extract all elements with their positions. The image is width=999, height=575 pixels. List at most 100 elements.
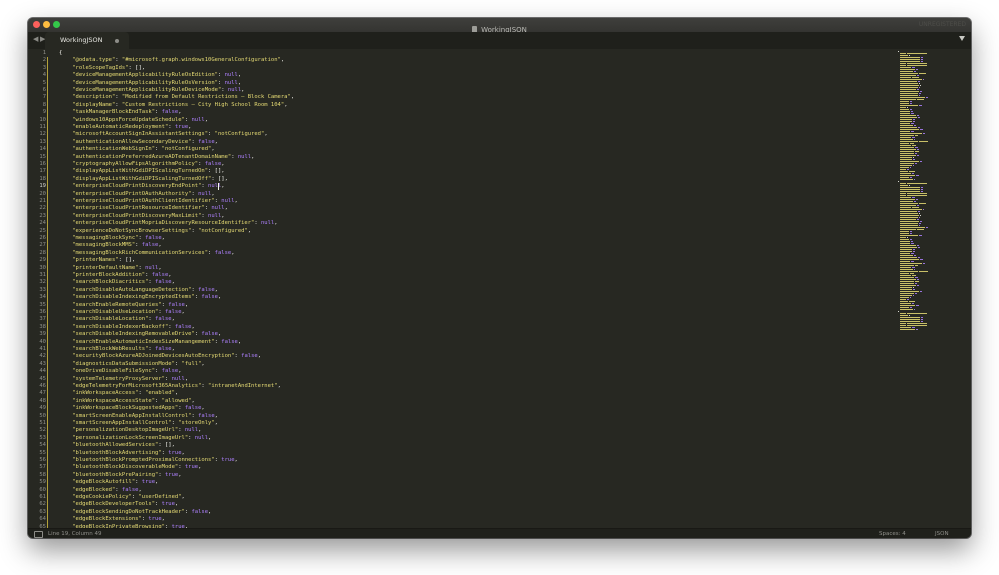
code-line[interactable]: "enterpriseCloudPrintOAuthAuthority": nu…	[59, 191, 214, 198]
tab-list-dropdown-icon[interactable]	[959, 36, 965, 41]
code-line[interactable]: "messagingBlockMMS": false,	[59, 242, 161, 249]
code-line[interactable]: "roleScopeTagIds": [],	[59, 65, 145, 72]
minimap-row-value	[917, 89, 919, 90]
code-line[interactable]: "inkWorkspaceBlockSuggestedApps": false,	[59, 405, 204, 412]
code-line[interactable]: "description": "Modified from Default Re…	[59, 94, 294, 101]
code-line[interactable]: "enterpriseCloudPrintMopriaDiscoveryReso…	[59, 220, 277, 227]
code-line[interactable]: "edgeBlockDeveloperTools": true,	[59, 501, 178, 508]
panel-toggle-icon[interactable]	[34, 531, 43, 538]
indentation-setting[interactable]: Spaces: 4	[879, 530, 906, 538]
code-line[interactable]: "enterpriseCloudPrintDiscoveryMaxLimit":…	[59, 213, 224, 220]
code-line[interactable]: "printerNames": [],	[59, 257, 135, 264]
code-line[interactable]: "smartScreenAppInstallControl": "storeOn…	[59, 420, 218, 427]
code-line[interactable]: "inkWorkspaceAccess": "enabled",	[59, 390, 178, 397]
close-window-button[interactable]	[33, 21, 40, 28]
json-colon: :	[115, 101, 122, 108]
code-line[interactable]: "personalizationLockScreenImageUrl": nul…	[59, 435, 211, 442]
minimap-row	[900, 101, 909, 102]
code-line[interactable]: "deviceManagementApplicabilityRuleDevice…	[59, 87, 244, 94]
code-line[interactable]: "searchDisableIndexerBackoff": false,	[59, 324, 195, 331]
code-line[interactable]: "searchBlockWebResults": false,	[59, 346, 175, 353]
code-line[interactable]: "bluetoothBlockAdvertising": true,	[59, 450, 185, 457]
line-number: 43	[39, 360, 46, 367]
code-line[interactable]: "authenticationWebSignIn": "notConfigure…	[59, 146, 214, 153]
code-line[interactable]: "searchDisableAutoLanguageDetection": fa…	[59, 287, 218, 294]
code-line[interactable]: "taskManagerBlockEndTask": false,	[59, 109, 181, 116]
json-key: "searchEnableRemoteQueries"	[72, 301, 162, 308]
minimap-row	[900, 99, 917, 100]
minimap-row-value	[918, 225, 921, 226]
json-key: "edgeTelemetryForMicrosoft365Analytics"	[72, 383, 202, 389]
code-line[interactable]: "systemTelemetryProxyServer": null,	[59, 376, 188, 383]
code-line[interactable]: "smartScreenEnableAppInstallControl": fa…	[59, 413, 218, 420]
minimap-row-value	[912, 77, 919, 78]
minimap-row-value	[921, 61, 924, 62]
code-line[interactable]: "displayName": "Custom Restrictions – Ci…	[59, 101, 287, 109]
code-line[interactable]: "@odata.type": "#microsoft.graph.windows…	[59, 57, 284, 64]
code-line[interactable]: "diagnosticsDataSubmissionMode": "full",	[59, 361, 204, 368]
title-bar: WorkingJSON UNREGISTERED	[28, 18, 971, 34]
code-line[interactable]: "edgeBlockAutofill": true,	[59, 479, 158, 486]
code-line[interactable]: "edgeBlockExtensions": true,	[59, 516, 165, 523]
syntax-mode[interactable]: JSON	[935, 530, 949, 538]
code-line[interactable]: "bluetoothBlockDiscoverableMode": true,	[59, 464, 201, 471]
code-line[interactable]: "deviceManagementApplicabilityRuleOsVers…	[59, 80, 241, 87]
zoom-window-button[interactable]	[53, 21, 60, 28]
code-line[interactable]: "enterpriseCloudPrintOAuthClientIdentifi…	[59, 198, 238, 205]
code-line[interactable]: "searchBlockDiacritics": false,	[59, 279, 175, 286]
code-line[interactable]: "enterpriseCloudPrintResourceIdentifier"…	[59, 205, 228, 212]
code-line[interactable]: "messagingBlockSync": false,	[59, 235, 165, 242]
code-line[interactable]: "edgeTelemetryForMicrosoft365Analytics":…	[59, 383, 281, 390]
code-line[interactable]: "printerDefaultName": null,	[59, 265, 161, 272]
minimap-row-value	[919, 213, 921, 214]
minimap-row-value	[913, 159, 915, 160]
code-line[interactable]: "cryptographyAllowFipsAlgorithmPolicy": …	[59, 161, 224, 168]
minimap-row	[900, 189, 920, 190]
code-line[interactable]: "bluetoothAllowedServices": [],	[59, 442, 175, 449]
code-area[interactable]: { "@odata.type": "#microsoft.graph.windo…	[59, 49, 899, 528]
code-line[interactable]: "securityBlockAzureADJoinedDevicesAutoEn…	[59, 353, 261, 360]
minimap[interactable]	[898, 49, 948, 349]
code-line[interactable]: "enableAutomaticRedeployment": true,	[59, 124, 191, 131]
text-editor[interactable]: 1 2 3 4 5 6 7 8 9 10 11 12 13 14 15 16 17 18 19 20 21 22 23 24 2…	[28, 49, 971, 528]
json-value: null	[224, 72, 238, 79]
code-line[interactable]: "microsoftAccountSignInAssistantSettings…	[59, 131, 267, 138]
code-line[interactable]: "messagingBlockRichCommunicationServices…	[59, 250, 234, 257]
tab-workingjson[interactable]: WorkingJSON	[45, 32, 129, 49]
code-line[interactable]: "authenticationAllowSecondaryDevice": fa…	[59, 139, 218, 146]
code-line[interactable]: "edgeCookiePolicy": "userDefined",	[59, 494, 185, 501]
code-line[interactable]: "oneDriveDisableFileSync": false,	[59, 368, 181, 375]
code-line[interactable]: "searchDisableIndexingEncryptedItems": f…	[59, 294, 221, 301]
minimap-row-value	[908, 55, 910, 56]
code-line[interactable]: {	[59, 50, 62, 57]
code-line[interactable]: "experienceDoNotSyncBrowserSettings": "n…	[59, 228, 251, 235]
code-line[interactable]: "edgeBlocked": false,	[59, 487, 142, 494]
code-line[interactable]: "bluetoothBlockPromptedProximalConnectio…	[59, 457, 238, 464]
code-line[interactable]: "edgeBlockSendingDoNotTrackHeader": fals…	[59, 509, 211, 516]
minimize-window-button[interactable]	[43, 21, 50, 28]
code-line[interactable]: "personalizationDesktopImageUrl": null,	[59, 427, 201, 434]
code-line[interactable]: "printerBlockAddition": false,	[59, 272, 171, 279]
minimap-row-value	[912, 327, 915, 328]
code-line[interactable]: "searchEnableAutomaticIndexSizeManangeme…	[59, 339, 241, 346]
code-line[interactable]: "enterpriseCloudPrintDiscoveryEndPoint":…	[59, 183, 224, 190]
back-arrow-icon[interactable]: ◀	[33, 35, 38, 43]
minimap-row-value	[912, 251, 915, 252]
code-line[interactable]: "deviceManagementApplicabilityRuleOsEdit…	[59, 72, 241, 79]
code-line[interactable]: "bluetoothBlockPrePairing": true,	[59, 472, 181, 479]
code-line[interactable]: "searchDisableIndexingRemovableDrive": f…	[59, 331, 221, 338]
unsaved-dot-icon[interactable]	[115, 39, 119, 43]
code-line[interactable]: "displayAppListWithGdiDPIScalingTurnedOf…	[59, 176, 228, 183]
code-line[interactable]: "inkWorkspaceAccessState": "allowed",	[59, 398, 195, 405]
code-line[interactable]: "searchDisableUseLocation": false,	[59, 309, 185, 316]
code-line[interactable]: "authenticationPreferredAzureADTenantDom…	[59, 154, 254, 161]
line-number: 13	[39, 138, 46, 145]
code-line[interactable]: "displayAppListWithGdiDPIScalingTurnedOn…	[59, 168, 224, 175]
code-line[interactable]: "searchDisableLocation": false,	[59, 316, 175, 323]
code-line[interactable]: "searchEnableRemoteQueries": false,	[59, 302, 188, 309]
code-line[interactable]: "windows10AppsForceUpdateSchedule": null…	[59, 117, 208, 124]
minimap-row	[900, 143, 909, 144]
minimap-row	[900, 203, 919, 204]
